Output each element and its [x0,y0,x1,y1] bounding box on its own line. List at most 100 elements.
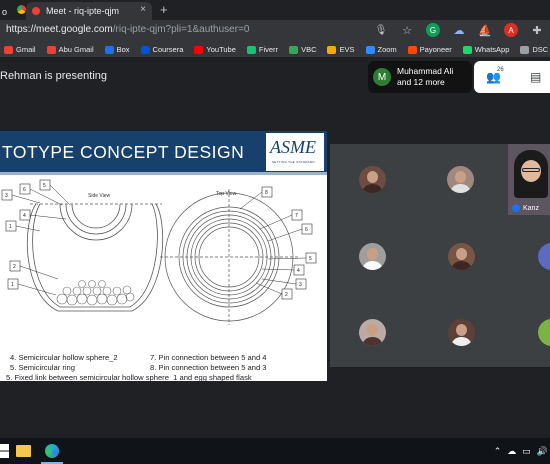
bookmark[interactable]: Abu Gmail [46,45,94,54]
taskbar: ⌃ ☁ ▭ 🔊 [0,438,550,464]
bookmark-label: Zoom [377,45,397,54]
chat-icon[interactable]: ▤ [530,70,541,84]
network-icon[interactable]: ▭ [522,446,531,457]
asme-logo-text: ASME [270,137,316,157]
chrome-icon [17,5,26,14]
avatar-body [451,337,472,346]
tab-meet[interactable]: Meet - riq-ipte-qjm × [26,2,152,20]
camera-tile[interactable]: Kanz [508,144,550,215]
avatar-face [367,171,378,183]
callout: 3 [1,189,13,201]
system-tray: ⌃ ☁ ▭ 🔊 [494,446,548,457]
bookmark-label: Box [116,45,130,54]
bookmark[interactable]: Box [104,45,130,54]
bookmark[interactable]: Gmail [4,45,36,54]
svg-text:2: 2 [13,264,16,270]
grammarly-icon[interactable]: G [426,23,440,37]
bookmark[interactable]: Fiverr [246,45,279,54]
chevron-up-icon[interactable]: ⌃ [494,446,502,457]
tab-partial[interactable]: o [0,3,7,21]
tab-close-icon[interactable]: × [140,4,146,15]
url-field[interactable]: https://meet.google.com/riq-ipte-qjm?pli… [6,24,249,35]
participant-initial-avatar[interactable] [538,243,550,270]
windows-start-icon[interactable] [0,444,9,458]
bookmark-label: Fiverr [258,45,279,54]
boat-icon[interactable]: ⛵ [478,23,492,37]
pdf-icon[interactable]: A [504,23,518,37]
bookmark-label: Gmail [16,45,36,54]
top-view-drawing [160,189,298,325]
bookmark[interactable]: Zoom [365,45,397,54]
bookmark[interactable]: EVS [327,45,355,54]
callout: 8 [261,186,273,198]
cloud-icon[interactable]: ☁ [507,446,516,457]
participant-grid: Kanz [330,144,550,367]
side-view-balls [56,280,135,306]
bookmark-icon [194,45,204,54]
bookmark-icon [246,45,256,54]
cloud-icon[interactable]: ☁ [452,23,466,37]
side-view-label: Side View [88,193,111,199]
caption-row: 5. Semicircular ring 8. Pin connection b… [10,363,327,373]
microphone-icon[interactable]: 🎙 [374,23,388,37]
glasses-icon [522,168,540,172]
participant-avatar[interactable] [359,166,386,193]
caption: 5. Fixed link between semicircular hollo… [6,373,252,381]
participant-initial-avatar[interactable] [538,319,550,346]
file-explorer-icon[interactable] [16,445,31,457]
avatar-face [455,171,466,183]
caption: 7. Pin connection between 5 and 4 [150,353,267,362]
participant-avatar[interactable] [359,243,386,270]
svg-text:6: 6 [305,227,308,233]
bookmark-label: Payoneer [419,45,452,54]
slide-title: TOTYPE CONCEPT DESIGN [2,142,245,162]
tab-title: Meet - riq-ipte-qjm [46,6,120,16]
bookmark[interactable]: Payoneer [407,45,452,54]
new-tab-button[interactable]: + [160,2,168,17]
screen: o Meet - riq-ipte-qjm × + https://meet.g… [0,0,550,464]
callout: 5 [305,252,317,264]
people-count: 26 [497,67,504,73]
side-callouts: 3 6 5 4 1 2 1 [1,179,71,296]
bookmark-icon [462,45,472,54]
edge-browser-icon[interactable] [45,444,59,458]
participant-avatar[interactable] [448,319,475,346]
bookmark-icon [4,45,13,54]
recording-dot-icon [32,7,40,15]
participant-avatar[interactable] [447,166,474,193]
meet-stage: Rehman is presenting M Muhammad Ali and … [0,58,550,438]
bookmark[interactable]: VBC [289,45,316,54]
bookmark[interactable]: YouTube [194,45,236,54]
slide-captions: 4. Semicircular hollow sphere_2 7. Pin c… [6,353,327,381]
bookmark-icon [365,45,375,54]
participant-avatar[interactable] [448,243,475,270]
bookmark-label: YouTube [206,45,236,54]
address-bar[interactable]: https://meet.google.com/riq-ipte-qjm?pli… [0,20,550,42]
star-icon[interactable]: ☆ [400,23,414,37]
bookmark[interactable]: DSC [520,45,548,54]
camera-name: Kanz [512,204,539,212]
extensions-puzzle-icon[interactable]: ✚ [530,23,544,37]
avatar-body [362,184,383,193]
callout: 2 [9,260,21,272]
bookmark[interactable]: WhatsApp [462,45,509,54]
bookmark-label: VBC [301,45,317,54]
svg-text:5: 5 [309,256,312,262]
callout: 6 [19,183,31,195]
bookmark-icon [289,45,299,54]
tab-bar: o Meet - riq-ipte-qjm × + [0,0,550,20]
svg-text:2: 2 [285,292,288,298]
side-view-drawing [26,203,164,312]
participant-avatar[interactable] [359,319,386,346]
participant-more: and 12 more [397,77,445,87]
svg-text:1: 1 [9,224,12,230]
svg-text:7: 7 [295,213,298,219]
audio-indicator-icon [512,204,520,212]
bookmark[interactable]: Coursera [140,45,183,54]
bookmark-icon [104,45,114,54]
volume-icon[interactable]: 🔊 [537,446,548,457]
callout: 4 [19,209,31,221]
participants-summary[interactable]: M Muhammad Ali and 12 more [368,61,472,93]
svg-text:6: 6 [23,187,26,193]
bookmark-icon [407,45,417,54]
